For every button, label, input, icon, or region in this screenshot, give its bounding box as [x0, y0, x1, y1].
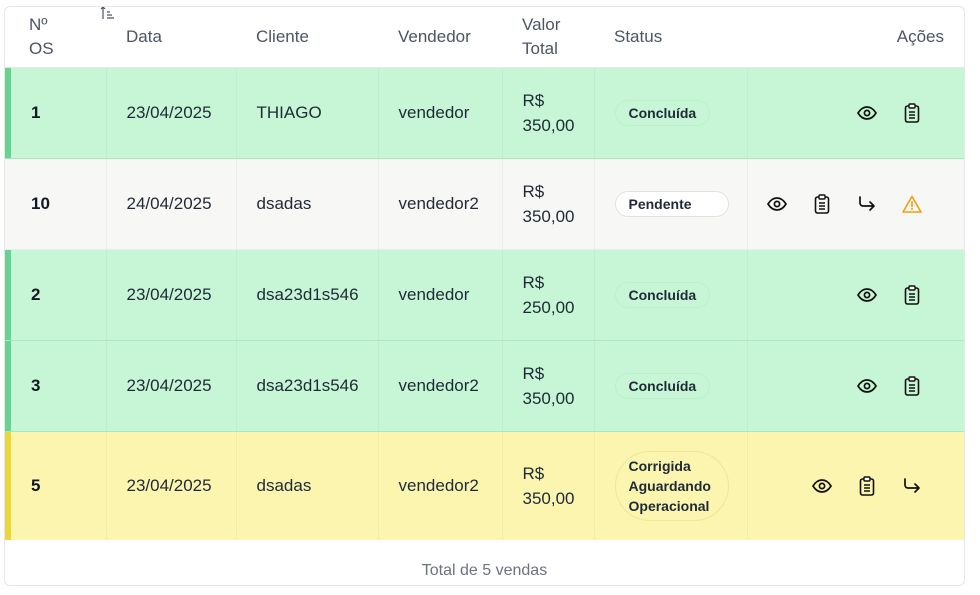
header-valor-total-label: Valor Total [522, 15, 561, 58]
clipboard-button[interactable] [889, 283, 934, 307]
forward-button[interactable] [844, 192, 889, 216]
cell-valor-text: R$ 350,00 [522, 463, 575, 508]
cell-cliente: dsadas [236, 431, 378, 540]
cell-valor: R$ 350,00 [502, 158, 594, 250]
clipboard-icon [904, 103, 919, 123]
cell-cliente: dsa23d1s546 [236, 340, 378, 432]
cell-valor-text: R$ 350,00 [522, 182, 575, 226]
sales-table-card: Nº OS Data Cliente Vendedor Valor Total … [4, 6, 965, 586]
clipboard-icon [904, 376, 919, 396]
cell-valor-text: R$ 350,00 [522, 364, 575, 408]
cell-status: Concluída [594, 249, 747, 341]
sort-ascending-icon[interactable] [100, 6, 114, 21]
header-acoes: Ações [747, 7, 964, 68]
cell-acoes [747, 249, 964, 341]
status-badge: Corrigida Aguardando Operacional [614, 450, 729, 521]
status-badge: Concluída [615, 100, 711, 126]
cell-data: 23/04/2025 [106, 67, 236, 159]
cell-data: 23/04/2025 [106, 249, 236, 341]
table-row[interactable]: 10 24/04/2025 dsadas vendedor2 R$ 350,00… [5, 158, 964, 250]
table-header-row: Nº OS Data Cliente Vendedor Valor Total … [5, 7, 964, 68]
eye-icon [766, 197, 787, 211]
view-button[interactable] [754, 192, 799, 216]
cell-acoes [747, 67, 964, 159]
cell-vendedor: vendedor2 [378, 158, 502, 250]
clipboard-button[interactable] [889, 101, 934, 125]
cell-status: Corrigida Aguardando Operacional [594, 431, 747, 540]
clipboard-icon [814, 194, 829, 214]
cell-acoes [747, 158, 964, 250]
view-button[interactable] [844, 101, 889, 125]
cell-status: Concluída [594, 67, 747, 159]
cell-os: 10 [5, 158, 106, 250]
view-button[interactable] [799, 474, 844, 498]
eye-icon [811, 478, 832, 493]
table-row[interactable]: 3 23/04/2025 dsa23d1s546 vendedor2 R$ 35… [5, 340, 964, 432]
table-row[interactable]: 2 23/04/2025 dsa23d1s546 vendedor R$ 250… [5, 249, 964, 341]
cell-acoes [747, 340, 964, 432]
forward-arrow-icon [903, 477, 920, 493]
clipboard-button[interactable] [889, 374, 934, 398]
status-badge: Concluída [615, 373, 711, 399]
header-os-label: Nº OS [29, 15, 54, 58]
warning-button[interactable] [889, 192, 934, 216]
cell-data: 23/04/2025 [106, 431, 236, 540]
cell-os: 5 [5, 431, 106, 540]
cell-valor: R$ 250,00 [502, 249, 594, 341]
eye-icon [856, 288, 877, 302]
table-row[interactable]: 5 23/04/2025 dsadas vendedor2 R$ 350,00 … [5, 431, 964, 540]
sales-table: Nº OS Data Cliente Vendedor Valor Total … [5, 7, 964, 540]
cell-valor-text: R$ 350,00 [522, 91, 575, 135]
header-vendedor[interactable]: Vendedor [378, 7, 502, 68]
header-os[interactable]: Nº OS [5, 7, 114, 68]
cell-os: 2 [5, 249, 106, 341]
cell-vendedor: vendedor [378, 249, 502, 341]
header-data[interactable]: Data [106, 7, 236, 68]
cell-cliente: THIAGO [236, 67, 378, 159]
warning-icon [901, 195, 922, 213]
cell-valor: R$ 350,00 [502, 340, 594, 432]
cell-acoes [747, 431, 964, 540]
table-row[interactable]: 1 23/04/2025 THIAGO vendedor R$ 350,00 C… [5, 67, 964, 159]
cell-valor-text: R$ 250,00 [522, 273, 575, 317]
cell-valor: R$ 350,00 [502, 67, 594, 159]
view-button[interactable] [844, 283, 889, 307]
header-valor-total[interactable]: Valor Total [502, 7, 594, 68]
header-status[interactable]: Status [594, 7, 747, 68]
cell-os: 1 [5, 67, 106, 159]
cell-status: Concluída [594, 340, 747, 432]
view-button[interactable] [844, 374, 889, 398]
status-badge: Pendente [614, 191, 729, 217]
eye-icon [856, 379, 877, 393]
clipboard-icon [859, 476, 874, 496]
status-badge: Concluída [615, 282, 711, 308]
clipboard-button[interactable] [844, 474, 889, 498]
cell-cliente: dsadas [236, 158, 378, 250]
cell-valor: R$ 350,00 [502, 431, 594, 540]
header-cliente[interactable]: Cliente [236, 7, 378, 68]
cell-vendedor: vendedor2 [378, 431, 502, 540]
cell-vendedor: vendedor [378, 67, 502, 159]
cell-status: Pendente [594, 158, 747, 250]
cell-cliente: dsa23d1s546 [236, 249, 378, 341]
cell-data: 24/04/2025 [106, 158, 236, 250]
cell-os: 3 [5, 340, 106, 432]
cell-data: 23/04/2025 [106, 340, 236, 432]
cell-vendedor: vendedor2 [378, 340, 502, 432]
forward-arrow-icon [858, 196, 875, 211]
forward-button[interactable] [889, 474, 934, 498]
eye-icon [856, 106, 877, 120]
table-footer-total: Total de 5 vendas [421, 562, 548, 579]
clipboard-icon [904, 285, 919, 305]
clipboard-button[interactable] [799, 192, 844, 216]
